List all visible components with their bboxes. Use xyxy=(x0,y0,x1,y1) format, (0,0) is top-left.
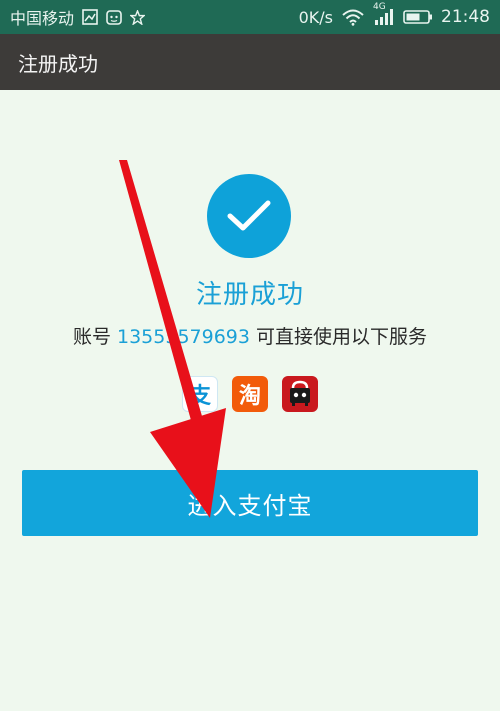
success-title: 注册成功 xyxy=(195,280,304,310)
alipay-icon: 支 xyxy=(182,376,218,412)
title-bar: 注册成功 xyxy=(0,34,500,90)
annotation-arrow-icon xyxy=(119,160,226,518)
carrier-label: 中国移动 xyxy=(10,9,75,28)
account-prefix: 账号 xyxy=(72,326,111,348)
service-icons: 支 淘 xyxy=(0,376,500,412)
enter-alipay-button[interactable]: 进入支付宝 xyxy=(22,470,478,536)
wifi-icon xyxy=(341,8,365,26)
status-bar-right: 0K/s 4G 21:48 xyxy=(298,2,490,27)
signal-icon: 4G xyxy=(373,2,395,26)
clock: 21:48 xyxy=(441,7,490,27)
status-bar: 中国移动 0K/s 4G 21:48 xyxy=(0,0,500,34)
status-bar-left: 中国移动 xyxy=(10,5,146,29)
alipay-glyph: 支 xyxy=(188,384,211,409)
network-speed: 0K/s xyxy=(298,7,333,27)
gallery-icon xyxy=(82,9,98,25)
page-title: 注册成功 xyxy=(18,51,98,76)
taobao-icon: 淘 xyxy=(232,376,268,412)
account-info: 账号 13555579693 可直接使用以下服务 xyxy=(0,322,500,349)
checkmark-icon xyxy=(207,174,291,258)
account-number: 13555579693 xyxy=(117,326,250,348)
taobao-glyph: 淘 xyxy=(238,384,261,409)
battery-icon xyxy=(403,9,433,25)
account-suffix: 可直接使用以下服务 xyxy=(256,326,428,348)
android-app-icon xyxy=(106,9,122,25)
star-icon xyxy=(130,9,146,25)
network-type: 4G xyxy=(373,2,386,12)
tmall-icon xyxy=(282,376,318,412)
